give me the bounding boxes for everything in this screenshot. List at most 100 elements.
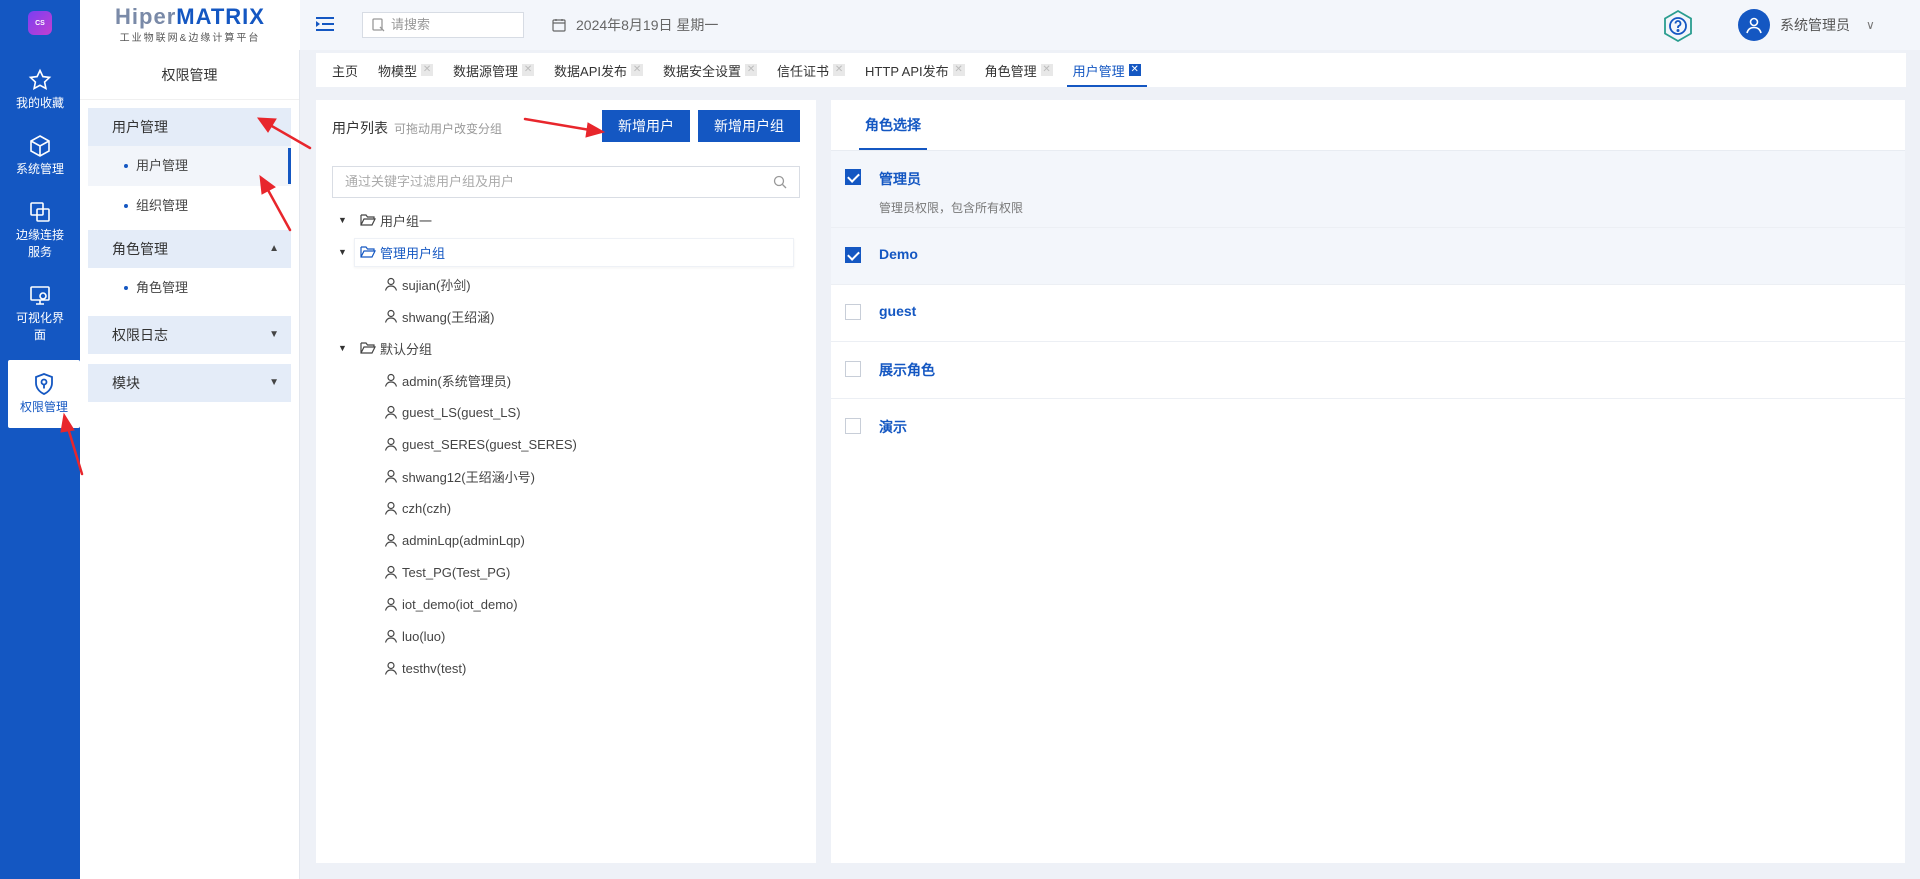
close-icon[interactable]: ✕ (1040, 64, 1053, 76)
role-row[interactable]: guest (831, 285, 1905, 342)
tree-user[interactable]: testhv(test) (332, 652, 812, 684)
help-icon[interactable] (1660, 8, 1696, 44)
user-list-hint: 可拖动用户改变分组 (394, 122, 503, 136)
close-icon[interactable]: ✕ (522, 64, 535, 76)
caret-down-icon[interactable]: ▼ (338, 215, 350, 225)
role-checkbox[interactable] (845, 169, 861, 185)
add-user-group-button[interactable]: 新增用户组 (698, 110, 800, 142)
side-menu: 权限管理 用户管理 用户管理 组织管理 角色管理 ▲ 角色管理 权限日志 ▼ 模块 ▼ (80, 50, 300, 879)
role-checkbox[interactable] (845, 418, 861, 434)
tree-group[interactable]: ▼ 用户组一 (332, 204, 812, 236)
role-description: 管理员权限，包含所有权限 (879, 201, 1024, 215)
role-row[interactable]: 演示 (831, 399, 1905, 456)
tree-group-label: 默认分组 (380, 341, 433, 357)
tree-user[interactable]: adminLqp(adminLqp) (332, 524, 812, 556)
rail-item-edge[interactable]: 边缘连接服务 (0, 192, 80, 269)
tab-role-management[interactable]: 角色管理 ✕ (975, 53, 1063, 87)
tab-label: 数据API发布 (554, 63, 628, 79)
chevron-up-icon: ▲ (269, 243, 279, 254)
menu-head-module[interactable]: 模块 ▼ (88, 364, 291, 402)
tree-user[interactable]: luo(luo) (332, 620, 812, 652)
rail-item-system[interactable]: 系统管理 (0, 126, 80, 186)
user-menu[interactable]: 系统管理员 ∨ (1738, 9, 1875, 41)
caret-down-icon[interactable]: ▼ (338, 343, 350, 353)
menu-head-user-management[interactable]: 用户管理 (88, 108, 291, 146)
tree-user[interactable]: shwang12(王绍涵小号) (332, 460, 812, 492)
tree-user[interactable]: sujian(孙剑) (332, 268, 812, 300)
side-menu-title: 权限管理 (80, 50, 299, 100)
rail-label: 我的收藏 (15, 96, 64, 110)
tab-role-selection[interactable]: 角色选择 (859, 100, 927, 150)
tab-http-api[interactable]: HTTP API发布 ✕ (855, 53, 975, 87)
close-icon[interactable]: ✕ (952, 64, 965, 76)
user-list-panel: 用户列表 可拖动用户改变分组 新增用户 新增用户组 通过关键字过滤用户组及用户 ▼… (316, 100, 816, 863)
add-user-button[interactable]: 新增用户 (602, 110, 690, 142)
menu-head-role-management[interactable]: 角色管理 ▲ (88, 230, 291, 268)
menu-item-org-management[interactable]: 组织管理 (88, 186, 291, 226)
menu-group-module: 模块 ▼ (88, 364, 291, 402)
tab-datasource[interactable]: 数据源管理 ✕ (443, 53, 544, 87)
tree-user[interactable]: czh(czh) (332, 492, 812, 524)
tab-thing-model[interactable]: 物模型 ✕ (368, 53, 443, 87)
close-icon[interactable]: ✕ (833, 64, 846, 76)
date-display: 2024年8月19日 星期一 (552, 15, 718, 35)
menu-head-permission-log[interactable]: 权限日志 ▼ (88, 316, 291, 354)
role-row[interactable]: Demo (831, 228, 1905, 285)
rail-label: 边缘连接服务 (15, 228, 64, 259)
tree-user[interactable]: guest_LS(guest_LS) (332, 396, 812, 428)
role-checkbox[interactable] (845, 361, 861, 377)
left-rail: CS 我的收藏 系统管理 边缘连接服务 可视化界面 权限管理 (0, 0, 80, 879)
tree-group-label: 用户组一 (380, 213, 433, 229)
close-icon[interactable]: ✕ (421, 64, 434, 76)
user-avatar-icon (1746, 17, 1762, 34)
role-name: 管理员 (879, 171, 921, 187)
star-icon (28, 68, 52, 91)
rail-item-visual[interactable]: 可视化界面 (0, 275, 80, 352)
app-logo[interactable]: CS (0, 0, 80, 46)
tab-home[interactable]: 主页 (322, 53, 368, 87)
rail-label: 可视化界面 (15, 311, 64, 342)
role-checkbox[interactable] (845, 304, 861, 320)
tab-data-api[interactable]: 数据API发布 ✕ (544, 53, 653, 87)
role-name: 演示 (879, 419, 907, 435)
tree-user[interactable]: shwang(王绍涵) (332, 300, 812, 332)
role-row[interactable]: 管理员 管理员权限，包含所有权限 (831, 151, 1905, 228)
user-icon (384, 661, 398, 675)
tree-group[interactable]: ▼ 管理用户组 (332, 236, 812, 268)
rail-item-permissions[interactable]: 权限管理 (8, 360, 80, 428)
tree-user[interactable]: iot_demo(iot_demo) (332, 588, 812, 620)
tab-data-security[interactable]: 数据安全设置 ✕ (653, 53, 767, 87)
tree-group[interactable]: ▼ 默认分组 (332, 332, 812, 364)
close-icon[interactable]: ✕ (631, 64, 644, 76)
menu-item-label: 用户管理 (136, 158, 189, 173)
tab-label: 数据安全设置 (663, 63, 742, 79)
rail-item-favorites[interactable]: 我的收藏 (0, 60, 80, 120)
tree-user[interactable]: guest_SERES(guest_SERES) (332, 428, 812, 460)
rail-label: 权限管理 (19, 400, 68, 414)
menu-collapse-icon[interactable] (316, 16, 334, 32)
user-icon (384, 501, 398, 515)
tab-label: 角色管理 (984, 63, 1037, 79)
role-checkbox[interactable] (845, 247, 861, 263)
user-tree: ▼ 用户组一 ▼ 管理用户组 sujian(孙剑) shwang(王绍涵) ▼ … (332, 204, 812, 684)
folder-open-icon (360, 246, 376, 258)
avatar (1738, 9, 1770, 41)
role-selection-panel: 角色选择 管理员 管理员权限，包含所有权限 Demo guest 展示角色 演示 (831, 100, 1905, 863)
tree-user[interactable]: Test_PG(Test_PG) (332, 556, 812, 588)
role-row[interactable]: 展示角色 (831, 342, 1905, 399)
close-icon[interactable]: ✕ (1128, 64, 1141, 76)
tab-trust-cert[interactable]: 信任证书 ✕ (767, 53, 855, 87)
close-icon[interactable]: ✕ (745, 64, 758, 76)
menu-item-role-management[interactable]: 角色管理 (88, 268, 291, 308)
tree-user[interactable]: admin(系统管理员) (332, 364, 812, 396)
shield-icon (35, 373, 53, 395)
user-filter-input[interactable]: 通过关键字过滤用户组及用户 (332, 166, 800, 198)
menu-item-user-management[interactable]: 用户管理 (88, 146, 291, 186)
user-icon (384, 373, 398, 387)
role-name: guest (879, 303, 917, 319)
tab-user-management[interactable]: 用户管理 ✕ (1063, 53, 1151, 87)
monitor-icon (30, 286, 50, 305)
global-search-input[interactable]: 请搜索 (362, 12, 524, 38)
caret-down-icon[interactable]: ▼ (338, 247, 350, 257)
menu-group-user: 用户管理 用户管理 组织管理 (88, 108, 291, 226)
